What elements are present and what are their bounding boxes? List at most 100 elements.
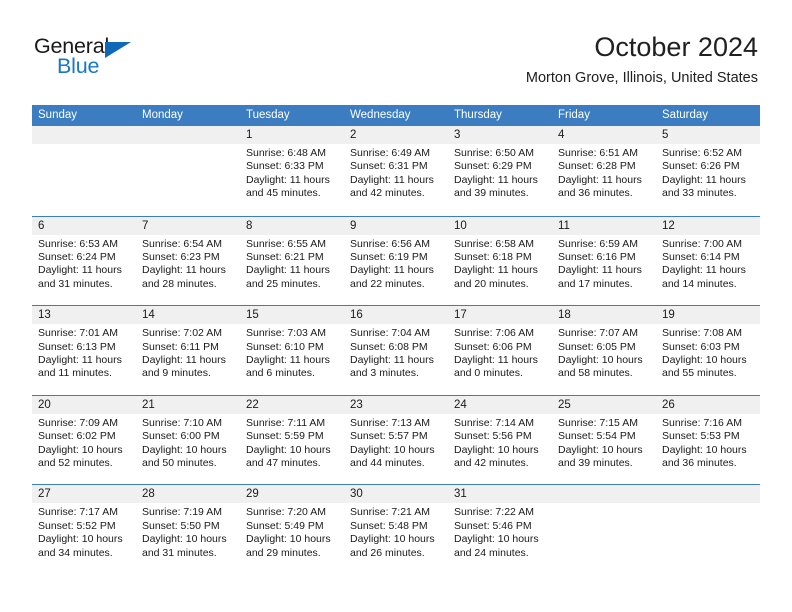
sunset-text: Sunset: 5:52 PM bbox=[38, 519, 116, 532]
page-header: General Blue October 2024 Morton Grove, … bbox=[34, 30, 758, 98]
day-number: 14 bbox=[136, 306, 240, 325]
sunrise-text: Sunrise: 6:49 AM bbox=[350, 147, 430, 159]
calendar-day-cell-empty bbox=[552, 485, 656, 574]
sunrise-text: Sunrise: 6:56 AM bbox=[350, 237, 430, 250]
calendar-day-cell[interactable]: 28 Sunrise: 7:19 AM Sunset: 5:50 PM Dayligh… bbox=[136, 485, 240, 574]
daylight-text: Daylight: 10 hours and 44 minutes. bbox=[350, 443, 435, 469]
day-sun-info: Sunrise: 7:13 AM Sunset: 5:57 PM Daylight:… bbox=[344, 414, 448, 471]
calendar-day-cell[interactable]: 13 Sunrise: 7:01 AM Sunset: 6:13 PM Dayligh… bbox=[32, 306, 136, 395]
daylight-text: Daylight: 11 hours and 6 minutes. bbox=[246, 354, 330, 380]
general-blue-logo[interactable]: General Blue bbox=[34, 34, 214, 90]
sunrise-text: Sunrise: 7:04 AM bbox=[350, 327, 430, 340]
sunset-text: Sunset: 5:54 PM bbox=[558, 430, 636, 443]
daylight-text: Daylight: 10 hours and 55 minutes. bbox=[662, 354, 747, 380]
day-number: 23 bbox=[344, 395, 448, 414]
sunrise-text: Sunrise: 7:13 AM bbox=[350, 416, 430, 429]
calendar-day-cell[interactable]: 8 Sunrise: 6:55 AM Sunset: 6:21 PM Daylight… bbox=[240, 216, 344, 306]
calendar-day-cell[interactable]: 21 Sunrise: 7:10 AM Sunset: 6:00 PM Dayligh… bbox=[136, 395, 240, 485]
daylight-text: Daylight: 10 hours and 52 minutes. bbox=[38, 443, 123, 469]
daylight-text: Daylight: 11 hours and 14 minutes. bbox=[662, 264, 746, 290]
calendar-day-cell[interactable]: 23 Sunrise: 7:13 AM Sunset: 5:57 PM Dayligh… bbox=[344, 395, 448, 485]
calendar-day-cell[interactable]: 27 Sunrise: 7:17 AM Sunset: 5:52 PM Dayligh… bbox=[32, 485, 136, 574]
calendar-day-cell[interactable]: 9 Sunrise: 6:56 AM Sunset: 6:19 PM Daylight… bbox=[344, 216, 448, 306]
sunset-text: Sunset: 6:21 PM bbox=[246, 251, 324, 263]
day-sun-info: Sunrise: 7:15 AM Sunset: 5:54 PM Daylight:… bbox=[552, 414, 656, 471]
calendar-day-cell[interactable]: 25 Sunrise: 7:15 AM Sunset: 5:54 PM Dayligh… bbox=[552, 395, 656, 485]
logo-text-blue: Blue bbox=[57, 54, 100, 78]
sunrise-text: Sunrise: 6:59 AM bbox=[558, 237, 638, 250]
daylight-text: Daylight: 10 hours and 29 minutes. bbox=[246, 533, 331, 559]
calendar-day-cell[interactable]: 31 Sunrise: 7:22 AM Sunset: 5:46 PM Dayligh… bbox=[448, 485, 552, 574]
daylight-text: Daylight: 10 hours and 50 minutes. bbox=[142, 443, 227, 469]
sunrise-text: Sunrise: 6:58 AM bbox=[454, 237, 534, 250]
day-sun-info: Sunrise: 7:14 AM Sunset: 5:56 PM Daylight:… bbox=[448, 414, 552, 471]
weekday-header-wednesday: Wednesday bbox=[350, 109, 411, 121]
calendar-week-row: 1 Sunrise: 6:48 AM Sunset: 6:33 PM Daylight… bbox=[32, 126, 760, 216]
day-sun-info: Sunrise: 7:08 AM Sunset: 6:03 PM Daylight:… bbox=[656, 324, 760, 381]
day-number: 6 bbox=[32, 216, 136, 235]
weekday-header-sunday: Sunday bbox=[38, 109, 78, 121]
sunrise-text: Sunrise: 7:21 AM bbox=[350, 506, 430, 519]
daylight-text: Daylight: 10 hours and 39 minutes. bbox=[558, 443, 643, 469]
sunrise-text: Sunrise: 6:52 AM bbox=[662, 147, 742, 159]
calendar-day-cell[interactable]: 11 Sunrise: 6:59 AM Sunset: 6:16 PM Dayligh… bbox=[552, 216, 656, 306]
calendar-day-cell[interactable]: 22 Sunrise: 7:11 AM Sunset: 5:59 PM Dayligh… bbox=[240, 395, 344, 485]
calendar-day-cell[interactable]: 5 Sunrise: 6:52 AM Sunset: 6:26 PM Daylight… bbox=[656, 126, 760, 216]
calendar-day-cell[interactable]: 14 Sunrise: 7:02 AM Sunset: 6:11 PM Dayligh… bbox=[136, 306, 240, 395]
calendar-day-cell[interactable]: 7 Sunrise: 6:54 AM Sunset: 6:23 PM Daylight… bbox=[136, 216, 240, 306]
day-number: 2 bbox=[344, 126, 448, 144]
sunset-text: Sunset: 6:24 PM bbox=[38, 251, 116, 263]
day-sun-info: Sunrise: 7:06 AM Sunset: 6:06 PM Daylight:… bbox=[448, 324, 552, 381]
calendar-page: General Blue October 2024 Morton Grove, … bbox=[0, 0, 792, 612]
calendar-day-cell[interactable]: 15 Sunrise: 7:03 AM Sunset: 6:10 PM Dayligh… bbox=[240, 306, 344, 395]
daylight-text: Daylight: 10 hours and 26 minutes. bbox=[350, 533, 435, 559]
calendar-day-cell[interactable]: 6 Sunrise: 6:53 AM Sunset: 6:24 PM Daylight… bbox=[32, 216, 136, 306]
calendar-day-cell[interactable]: 24 Sunrise: 7:14 AM Sunset: 5:56 PM Dayligh… bbox=[448, 395, 552, 485]
day-sun-info: Sunrise: 6:58 AM Sunset: 6:18 PM Daylight:… bbox=[448, 235, 552, 292]
sunrise-text: Sunrise: 7:03 AM bbox=[246, 327, 326, 340]
day-number: 27 bbox=[32, 485, 136, 504]
day-sun-info: Sunrise: 7:00 AM Sunset: 6:14 PM Daylight:… bbox=[656, 235, 760, 292]
calendar-day-cell[interactable]: 4 Sunrise: 6:51 AM Sunset: 6:28 PM Daylight… bbox=[552, 126, 656, 216]
daylight-text: Daylight: 11 hours and 28 minutes. bbox=[142, 264, 226, 290]
weekday-header-friday: Friday bbox=[558, 109, 590, 121]
day-sun-info: Sunrise: 7:16 AM Sunset: 5:53 PM Daylight:… bbox=[656, 414, 760, 471]
calendar-day-cell[interactable]: 16 Sunrise: 7:04 AM Sunset: 6:08 PM Dayligh… bbox=[344, 306, 448, 395]
day-number: 13 bbox=[32, 306, 136, 325]
day-number: 20 bbox=[32, 395, 136, 414]
calendar-day-cell[interactable]: 3 Sunrise: 6:50 AM Sunset: 6:29 PM Daylight… bbox=[448, 126, 552, 216]
sunset-text: Sunset: 6:19 PM bbox=[350, 251, 428, 263]
sunrise-text: Sunrise: 7:00 AM bbox=[662, 237, 742, 250]
calendar-day-cell[interactable]: 12 Sunrise: 7:00 AM Sunset: 6:14 PM Dayligh… bbox=[656, 216, 760, 306]
calendar-day-cell[interactable]: 29 Sunrise: 7:20 AM Sunset: 5:49 PM Dayligh… bbox=[240, 485, 344, 574]
calendar-day-cell[interactable]: 18 Sunrise: 7:07 AM Sunset: 6:05 PM Dayligh… bbox=[552, 306, 656, 395]
sunrise-text: Sunrise: 7:10 AM bbox=[142, 416, 222, 429]
calendar-day-cell[interactable]: 19 Sunrise: 7:08 AM Sunset: 6:03 PM Dayligh… bbox=[656, 306, 760, 395]
calendar-day-cell[interactable]: 10 Sunrise: 6:58 AM Sunset: 6:18 PM Dayligh… bbox=[448, 216, 552, 306]
calendar-day-cell[interactable]: 2 Sunrise: 6:49 AM Sunset: 6:31 PM Daylight… bbox=[344, 126, 448, 216]
day-number: 10 bbox=[448, 216, 552, 235]
calendar-day-cell[interactable]: 1 Sunrise: 6:48 AM Sunset: 6:33 PM Daylight… bbox=[240, 126, 344, 216]
calendar-day-cell[interactable]: 17 Sunrise: 7:06 AM Sunset: 6:06 PM Dayligh… bbox=[448, 306, 552, 395]
day-number: 4 bbox=[552, 126, 656, 144]
calendar-day-cell[interactable]: 20 Sunrise: 7:09 AM Sunset: 6:02 PM Dayligh… bbox=[32, 395, 136, 485]
sunrise-text: Sunrise: 6:51 AM bbox=[558, 147, 638, 159]
calendar-day-cell[interactable]: 30 Sunrise: 7:21 AM Sunset: 5:48 PM Dayligh… bbox=[344, 485, 448, 574]
calendar-day-cell[interactable]: 26 Sunrise: 7:16 AM Sunset: 5:53 PM Dayligh… bbox=[656, 395, 760, 485]
weekday-header-row: Sunday Monday Tuesday Wednesday Thursday… bbox=[32, 105, 760, 126]
sunset-text: Sunset: 5:53 PM bbox=[662, 430, 740, 443]
page-subtitle: Morton Grove, Illinois, United States bbox=[525, 70, 758, 86]
sunrise-text: Sunrise: 7:02 AM bbox=[142, 327, 222, 340]
day-sun-info: Sunrise: 7:07 AM Sunset: 6:05 PM Daylight:… bbox=[552, 324, 656, 381]
daylight-text: Daylight: 11 hours and 42 minutes. bbox=[350, 173, 434, 200]
sunset-text: Sunset: 6:14 PM bbox=[662, 251, 740, 263]
sunset-text: Sunset: 5:49 PM bbox=[246, 519, 324, 532]
sunrise-text: Sunrise: 7:20 AM bbox=[246, 506, 326, 519]
day-number: 9 bbox=[344, 216, 448, 235]
daylight-text: Daylight: 11 hours and 36 minutes. bbox=[558, 173, 642, 200]
day-number: 30 bbox=[344, 485, 448, 504]
day-sun-info: Sunrise: 6:51 AM Sunset: 6:28 PM Daylight:… bbox=[552, 144, 656, 201]
sunset-text: Sunset: 5:48 PM bbox=[350, 519, 428, 532]
day-number: 1 bbox=[240, 126, 344, 144]
day-number: 15 bbox=[240, 306, 344, 325]
